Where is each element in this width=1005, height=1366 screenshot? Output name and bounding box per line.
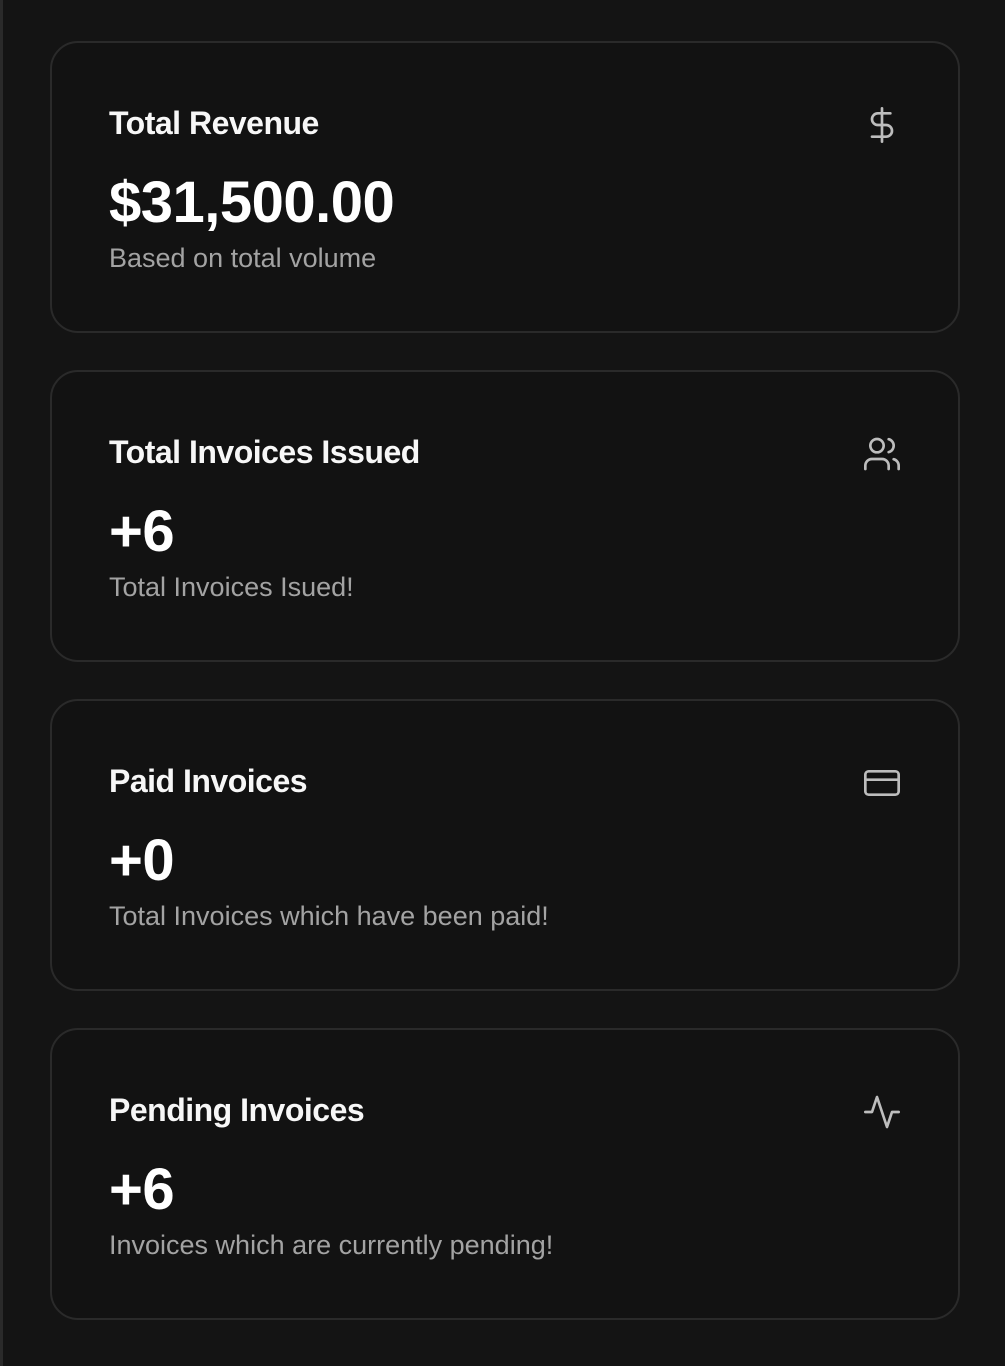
card-value: +6 [109, 1157, 175, 1222]
activity-icon [862, 1092, 902, 1132]
paid-invoices-card: Paid Invoices +0 Total Invoices which ha… [50, 699, 960, 991]
card-description: Based on total volume [109, 243, 377, 273]
total-invoices-issued-card: Total Invoices Issued +6 Total Invoices … [50, 370, 960, 662]
card-value: $31,500.00 [109, 170, 395, 235]
dollar-icon [862, 105, 902, 145]
card-title: Paid Invoices [109, 763, 308, 799]
pending-invoices-card: Pending Invoices +6 Invoices which are c… [50, 1028, 960, 1320]
card-description: Invoices which are currently pending! [109, 1230, 554, 1260]
total-revenue-card: Total Revenue $31,500.00 Based on total … [50, 41, 960, 333]
card-value: +0 [109, 828, 175, 893]
card-description: Total Invoices which have been paid! [109, 901, 549, 931]
card-title: Pending Invoices [109, 1092, 365, 1128]
left-edge-border [0, 0, 3, 1366]
card-description: Total Invoices Isued! [109, 572, 354, 602]
card-value: +6 [109, 499, 175, 564]
card-title: Total Invoices Issued [109, 434, 420, 470]
card-title: Total Revenue [109, 105, 319, 141]
users-icon [862, 434, 902, 474]
stats-card-stack: Total Revenue $31,500.00 Based on total … [50, 41, 960, 1320]
credit-card-icon [862, 763, 902, 803]
